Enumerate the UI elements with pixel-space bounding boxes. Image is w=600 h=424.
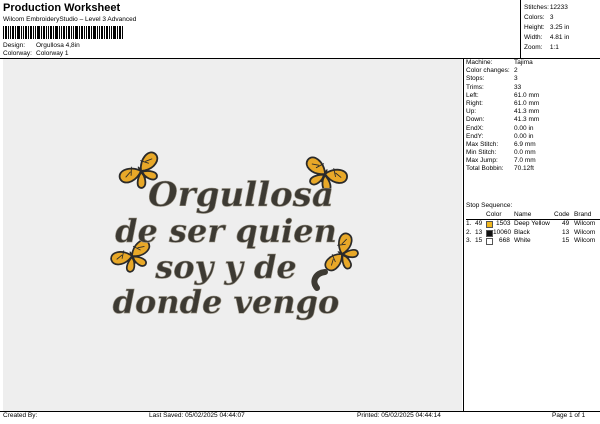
colorway-label: Colorway: bbox=[3, 50, 32, 57]
detail-row: EndY: 0.00 in bbox=[466, 132, 534, 140]
summary-block: Stitches: 12233 Colors: 3 Height: 3.25 i… bbox=[524, 3, 569, 53]
page-number: Page 1 of 1 bbox=[552, 412, 586, 419]
table-row: 1. 49 1503 Deep Yellow 49 Wilcom bbox=[466, 220, 596, 228]
detail-row: Right: 61.0 mm bbox=[466, 99, 540, 107]
summary-row: Width: 4.81 in bbox=[524, 34, 570, 41]
detail-row: Color changes: 2 bbox=[466, 67, 518, 75]
detail-row: Total Bobbin: 70.12ft bbox=[466, 165, 534, 173]
color-swatch bbox=[486, 229, 493, 237]
color-swatch bbox=[486, 238, 493, 245]
detail-row: Left: 61.0 mm bbox=[466, 91, 540, 99]
stop-sequence-header: Color Name Code Brand bbox=[466, 210, 600, 220]
col-brand: Brand bbox=[574, 210, 592, 218]
barcode bbox=[3, 26, 123, 39]
machine-details: Machine: Tajima Color changes: 2 Stops: 3 T… bbox=[466, 59, 600, 174]
summary-divider bbox=[520, 0, 521, 58]
printed-date: Printed: 05/02/2025 04:44:14 bbox=[357, 412, 441, 419]
last-saved: Last Saved: 05/02/2025 04:44:07 bbox=[149, 412, 245, 419]
colorway-row: Colorway: Colorway 1 bbox=[3, 50, 69, 57]
col-name: Name bbox=[514, 210, 532, 218]
stop-sequence-table: Stop Sequence: Color Name Code Brand 1. … bbox=[466, 202, 600, 246]
table-row: 2. 13 10060 Black 13 Wilcom bbox=[466, 228, 596, 237]
design-preview: Orgullosa de ser quien soy y de donde ve… bbox=[3, 59, 462, 411]
detail-row: Machine: Tajima bbox=[466, 59, 533, 66]
table-row: 3. 15 668 White 15 Wilcom bbox=[466, 237, 596, 245]
detail-row: Down: 41.3 mm bbox=[466, 116, 540, 124]
detail-row: Max Jump: 7.0 mm bbox=[466, 157, 536, 165]
col-code: Code bbox=[554, 210, 570, 218]
detail-row: Max Stitch: 6.9 mm bbox=[466, 140, 536, 148]
design-label: Design: bbox=[3, 42, 26, 49]
footer-divider bbox=[0, 411, 600, 412]
design-line-2: de ser quien bbox=[115, 212, 337, 250]
design-line-3: soy y de bbox=[154, 248, 297, 286]
col-color: Color bbox=[486, 210, 502, 218]
detail-row: Stops: 3 bbox=[466, 75, 518, 83]
colorway-value: Colorway 1 bbox=[36, 50, 69, 57]
detail-row: Min Stitch: 0.0 mm bbox=[466, 149, 536, 157]
detail-row: Up: 41.3 mm bbox=[466, 108, 540, 116]
design-value: Orgullosa 4,8in bbox=[36, 42, 80, 49]
detail-row: EndX: 0.00 in bbox=[466, 124, 534, 132]
summary-row: Colors: 3 bbox=[524, 14, 554, 21]
design-line-1: Orgullosa bbox=[148, 175, 334, 215]
worksheet-title: Production Worksheet bbox=[3, 2, 121, 14]
software-subtitle: Wilcom EmbroideryStudio – Level 3 Advanc… bbox=[3, 16, 137, 23]
summary-row: Stitches: 12233 bbox=[524, 4, 568, 11]
created-by: Created By: bbox=[3, 412, 38, 419]
color-swatch bbox=[486, 221, 493, 228]
design-row: Design: Orgullosa 4,8in bbox=[3, 42, 80, 49]
summary-row: Height: 3.25 in bbox=[524, 24, 570, 31]
panel-divider bbox=[463, 59, 464, 411]
design-line-4: donde vengo bbox=[113, 283, 340, 321]
detail-row: Trims: 33 bbox=[466, 83, 522, 91]
stop-sequence-title: Stop Sequence: bbox=[466, 202, 513, 209]
summary-row: Zoom: 1:1 bbox=[524, 44, 559, 51]
embroidery-design: Orgullosa de ser quien soy y de donde ve… bbox=[108, 149, 366, 321]
